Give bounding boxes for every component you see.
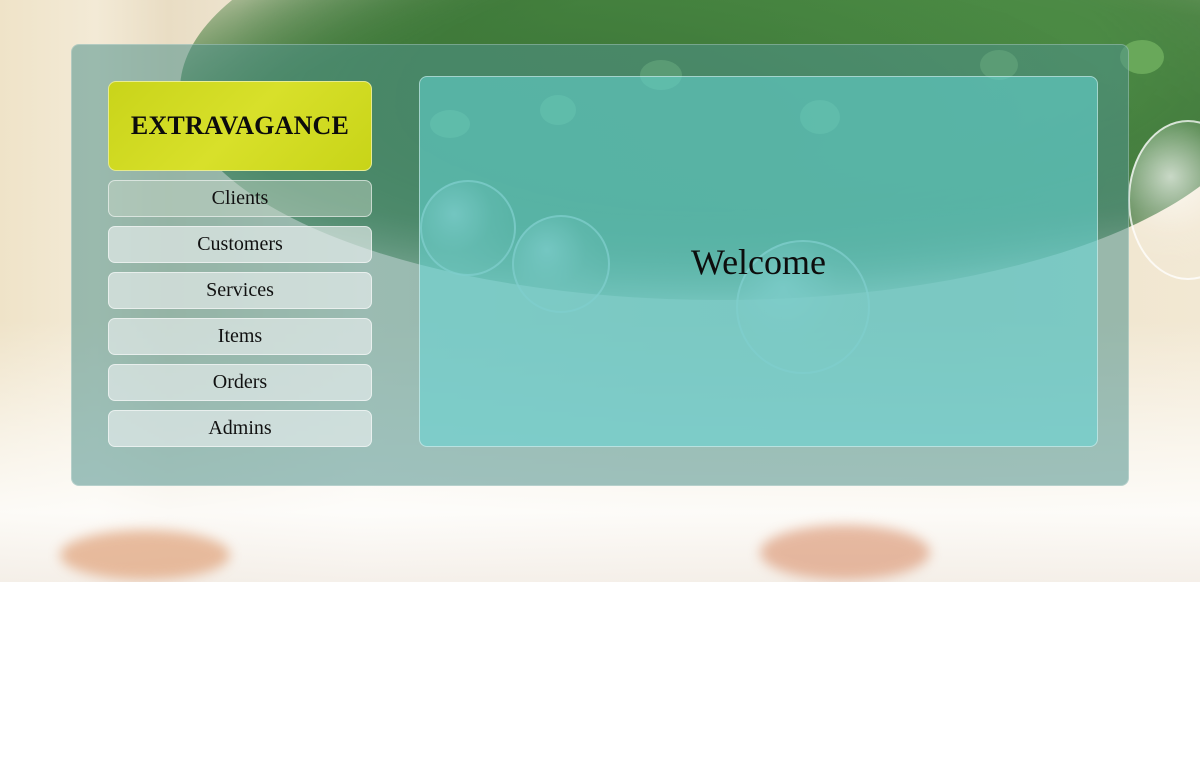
sidebar-item-items[interactable]: Items [108, 318, 372, 355]
sidebar-item-clients[interactable]: Clients [108, 180, 372, 217]
welcome-heading: Welcome [690, 242, 827, 282]
main-panel: EXTRAVAGANCE Clients Customers Services … [71, 44, 1129, 486]
sidebar-item-customers[interactable]: Customers [108, 226, 372, 263]
brand-name: EXTRAVAGANCE [130, 111, 350, 140]
sidebar-item-services[interactable]: Services [108, 272, 372, 309]
background-flowers [760, 525, 930, 580]
background-flowers [60, 530, 230, 580]
sidebar-item-admins[interactable]: Admins [108, 410, 372, 447]
content-area: Welcome [419, 76, 1098, 447]
brand-logo[interactable]: EXTRAVAGANCE [108, 81, 372, 171]
sidebar-item-orders[interactable]: Orders [108, 364, 372, 401]
sidebar: EXTRAVAGANCE Clients Customers Services … [108, 81, 372, 456]
sidebar-nav: Clients Customers Services Items Orders … [108, 180, 372, 447]
